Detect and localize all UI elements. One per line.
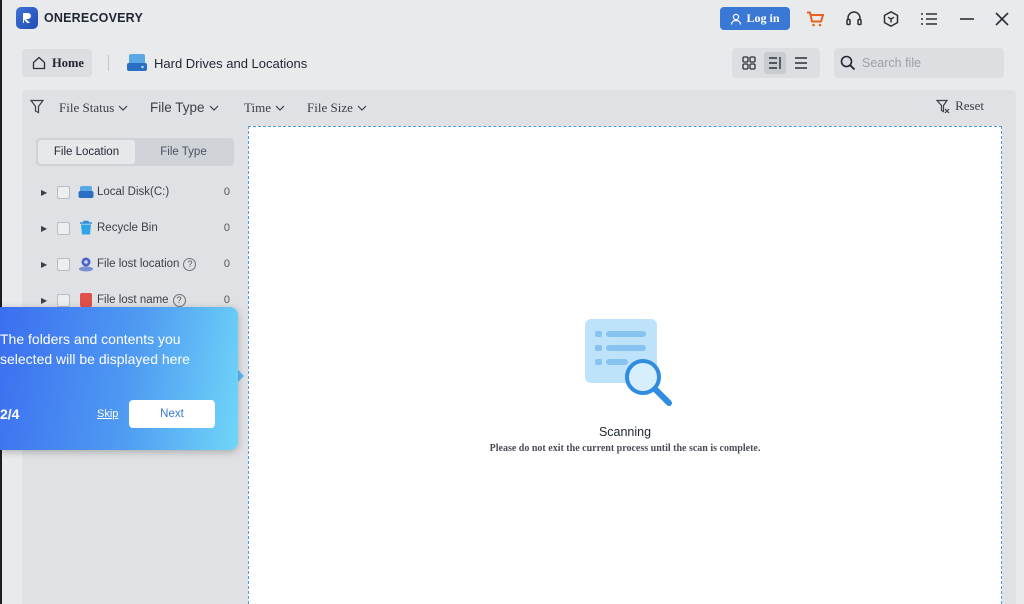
search-icon	[840, 55, 856, 71]
tree-checkbox[interactable]	[57, 185, 70, 199]
hard-drive-icon	[127, 54, 147, 71]
tree-item-label: Local Disk(C:)	[97, 186, 170, 198]
window-edge	[0, 0, 2, 604]
cube-icon[interactable]	[881, 9, 901, 29]
filter-icon	[29, 99, 45, 119]
title-bar: ONERECOVERY Log in	[2, 0, 1024, 38]
list-icon	[795, 57, 807, 69]
scanning-illustration-icon	[585, 319, 675, 416]
scan-results-area: Scanning Please do not exit the current …	[248, 126, 1002, 604]
login-label: Log in	[746, 11, 780, 25]
recycle-bin-icon	[78, 220, 94, 236]
tree-checkbox[interactable]	[57, 293, 70, 307]
scan-status-title: Scanning	[598, 425, 652, 439]
expand-caret-icon[interactable]: ▶	[41, 224, 51, 233]
file-icon	[78, 292, 94, 308]
tab-file-type[interactable]: File Type	[135, 140, 232, 164]
file-type-filter[interactable]: File Type	[150, 100, 219, 115]
tree-item-label: Recycle Bin	[97, 222, 158, 234]
view-mode-group	[732, 48, 820, 78]
list-view-button[interactable]	[790, 52, 812, 74]
clear-filter-icon	[936, 99, 950, 113]
app-logo-icon	[16, 7, 38, 29]
tree-checkbox[interactable]	[57, 257, 70, 271]
tree-item-count: 0	[223, 258, 230, 270]
tooltip-text: The folders and contents you selected wi…	[0, 331, 190, 367]
file-status-label: File Status	[59, 100, 115, 115]
headset-icon[interactable]	[844, 9, 864, 29]
home-label: Home	[52, 55, 84, 70]
help-icon[interactable]: ?	[183, 257, 197, 271]
view-tabs: File Location File Type	[36, 138, 234, 166]
close-icon[interactable]	[992, 9, 1012, 29]
expand-caret-icon[interactable]: ▶	[41, 296, 51, 305]
toolbar-divider	[108, 55, 109, 71]
home-icon	[32, 56, 46, 70]
filter-bar: File Status File Type Time File Size Res…	[22, 90, 1016, 124]
tab-file-location[interactable]: File Location	[38, 140, 135, 164]
reset-button[interactable]: Reset	[936, 98, 984, 114]
search-box	[834, 48, 1004, 78]
chevron-down-icon	[118, 105, 128, 111]
location-pin-icon	[78, 256, 94, 272]
search-input[interactable]	[862, 56, 992, 70]
grid-icon	[742, 56, 756, 70]
tooltip-step-counter: 2/4	[0, 406, 20, 422]
file-type-label: File Type	[150, 100, 205, 115]
location-label: Hard Drives and Locations	[154, 55, 308, 71]
home-button[interactable]: Home	[22, 49, 92, 77]
toolbar: Home Hard Drives and Locations	[2, 46, 1024, 80]
tree-item-count: 0	[223, 222, 230, 234]
expand-caret-icon[interactable]: ▶	[41, 188, 51, 197]
breadcrumb: Hard Drives and Locations	[126, 53, 307, 73]
tree-item-label: File lost location	[97, 258, 180, 270]
onboarding-tooltip: The folders and contents you selected wi…	[0, 307, 238, 450]
disk-icon	[78, 184, 94, 200]
time-label: Time	[244, 100, 271, 115]
next-button[interactable]: Next	[129, 400, 215, 428]
chevron-down-icon	[209, 105, 218, 111]
tree-item-recycle-bin[interactable]: ▶ Recycle Bin 0	[36, 218, 236, 238]
grid-view-button[interactable]	[738, 52, 760, 74]
tree-item-count: 0	[223, 186, 230, 198]
chevron-down-icon	[357, 105, 367, 111]
file-status-filter[interactable]: File Status	[59, 100, 128, 116]
user-icon	[731, 13, 742, 25]
app-name: ONERECOVERY	[44, 11, 143, 25]
tree-item-local-disk[interactable]: ▶ Local Disk(C:) 0	[36, 182, 236, 202]
tree-item-file-lost-location[interactable]: ▶ File lost location ? 0	[36, 254, 236, 274]
tree-item-label: File lost name	[97, 294, 169, 306]
file-size-label: File Size	[307, 100, 353, 115]
tree-item-count: 0	[223, 294, 230, 306]
file-size-filter[interactable]: File Size	[307, 100, 367, 116]
help-icon[interactable]: ?	[172, 293, 186, 307]
chevron-down-icon	[275, 105, 285, 111]
time-filter[interactable]: Time	[244, 100, 285, 116]
detail-list-icon	[769, 57, 781, 69]
expand-caret-icon[interactable]: ▶	[41, 260, 51, 269]
menu-icon[interactable]	[919, 9, 939, 29]
login-button[interactable]: Log in	[720, 7, 790, 30]
cart-icon[interactable]	[805, 9, 825, 29]
reset-label: Reset	[955, 98, 984, 113]
tree-checkbox[interactable]	[57, 221, 70, 235]
detail-view-button[interactable]	[764, 52, 786, 74]
skip-button[interactable]: Skip	[97, 408, 118, 420]
app-window: ONERECOVERY Log in Home Hard Drives and …	[0, 0, 1024, 604]
scan-status-message: Please do not exit the current process u…	[489, 443, 761, 454]
minimize-icon[interactable]	[957, 9, 977, 29]
